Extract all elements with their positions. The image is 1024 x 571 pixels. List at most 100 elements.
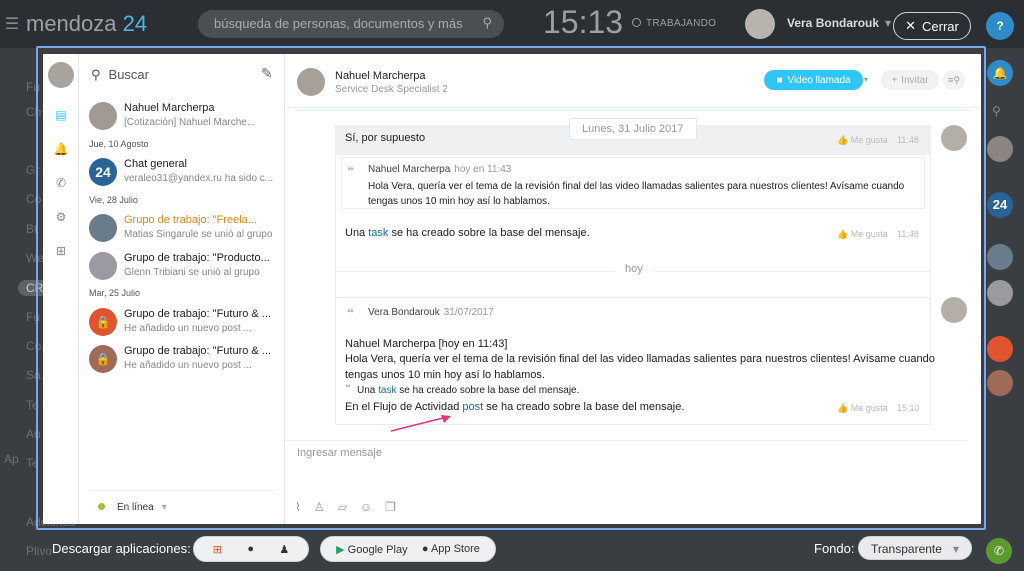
paperclip-icon[interactable]: ⌇ [295,500,301,514]
chat-panel: Nahuel Marcherpa Service Desk Specialist… [285,54,981,524]
help-button[interactable]: ? [986,12,1014,40]
message-time: 11:48 [897,229,919,239]
thumb-icon: 👍 [837,229,849,239]
recent-avatar[interactable]: 24 [987,192,1013,218]
task-note-post: se ha creado sobre la base del mensaje. [391,227,590,239]
avatar [89,252,117,280]
recent-avatar[interactable] [987,336,1013,362]
bottom-bar: Descargar aplicaciones: ⊞ ● ♟ ▶ Google P… [0,530,1024,571]
today-divider: hoy [615,263,653,275]
app-store-button[interactable]: ● App Store [422,543,480,555]
recent-avatar[interactable] [987,370,1013,396]
recent-avatar[interactable] [987,244,1013,270]
menu-icon[interactable]: ☰ [0,14,24,34]
chat-search-input[interactable]: ⚲ Buscar [91,67,149,83]
chevron-down-icon: ▾ [885,16,892,30]
chat-preview: Glenn Tribiani se unió al grupo [124,267,260,278]
chat-icon[interactable]: ▤ [53,108,69,124]
linux-icon[interactable]: ♟ [279,543,289,556]
work-status[interactable]: TRABAJANDO [632,18,716,29]
chat-list-item[interactable]: 24 Chat general veraleo31@yandex.ru ha s… [89,158,279,192]
chat-list: ⚲ Buscar ✎ Nahuel Marcherpa [Cotización] … [79,54,285,524]
task-link[interactable]: task [378,385,396,396]
chat-preview: Matias Singarule se unió al grupo [124,229,273,240]
search-icon[interactable]: ⚲ [482,15,492,31]
phone-icon[interactable]: ✆ [53,176,69,192]
gear-icon[interactable]: ⚙ [53,210,69,226]
recent-avatar[interactable] [987,136,1013,162]
window-icon[interactable]: ❐ [385,500,396,514]
work-status-label: TRABAJANDO [646,18,717,29]
top-bar: ☰ mendoza 24 búsqueda de personas, docum… [0,0,1024,48]
background-select[interactable]: Transparente ▾ [858,536,972,560]
download-label: Descargar aplicaciones: [52,541,191,556]
chat-list-item[interactable]: 🔒 Grupo de trabajo: "Futuro & ... He aña… [89,345,279,379]
my-avatar[interactable] [48,62,74,88]
background-menu: Fu Ch Gr Co Bt We CR Fu Co Sa Te Au Te A… [0,48,75,571]
previous-message-edge [295,109,971,111]
thumb-icon: 👍 [837,135,849,145]
user-avatar[interactable] [745,9,775,39]
message-input[interactable]: Ingresar mensaje [297,447,382,459]
video-call-label: Video llamada [787,74,851,86]
close-button[interactable]: ✕ Cerrar [893,12,971,40]
quote-icon: ❝ [345,383,351,394]
search-history-icon[interactable]: ≡⚲ [943,70,965,90]
windows-icon[interactable]: ⊞ [213,543,222,556]
user-menu[interactable]: Vera Bondarouk ▾ [787,16,891,30]
add-chat-icon[interactable]: ⊞ [53,244,69,260]
system-note: Una task se ha creado sobre la base del … [357,383,579,398]
google-play-label: Google Play [347,543,408,556]
recent-avatar[interactable] [987,280,1013,306]
invite-button[interactable]: + Invitar [881,70,939,90]
chevron-down-icon: ▾ [952,542,959,556]
day-divider: Vie, 28 Julio [89,195,138,205]
record-icon [632,18,641,27]
bg-menu-item: Ap [4,452,19,466]
task-link[interactable]: task [368,227,388,239]
quote-date: 31/07/2017 [443,307,494,318]
chevron-down-icon[interactable]: ▾ [864,70,876,90]
chat-list-item[interactable]: Grupo de trabajo: "Freela... Matias Sing… [89,214,279,248]
global-search-input[interactable]: búsqueda de personas, documentos y más ⚲ [198,10,504,38]
like-button[interactable]: 👍 Me gusta [837,403,888,414]
apple-icon[interactable]: ● [247,543,254,555]
google-play-button[interactable]: ▶ Google Play [336,543,407,556]
chat-list-item[interactable]: Nahuel Marcherpa [Cotización] Nahuel Mar… [89,102,279,136]
status-selector[interactable]: En línea ▾ [98,502,167,513]
plus-icon: + [891,74,898,86]
bell-icon[interactable]: 🔔 [53,142,69,158]
post-link[interactable]: post [462,401,483,413]
chat-list-item[interactable]: 🔒 Grupo de trabajo: "Futuro & ... He aña… [89,308,279,342]
smiley-icon[interactable]: ☺ [360,500,372,514]
chat-list-item[interactable]: Grupo de trabajo: "Producto... Glenn Tri… [89,252,279,286]
compose-icon[interactable]: ✎ [261,65,273,82]
chat-header: Nahuel Marcherpa Service Desk Specialist… [285,54,981,108]
contact-name[interactable]: Nahuel Marcherpa [335,70,426,82]
person-icon[interactable]: ♙ [314,500,325,514]
chat-title: Grupo de trabajo: "Producto... [124,252,270,264]
contact-avatar[interactable] [297,68,325,96]
invite-label: Invitar [901,74,929,86]
divider [89,490,275,491]
like-button[interactable]: 👍 Me gusta [837,229,888,240]
annotation-arrow [390,415,451,432]
avatar [89,214,117,242]
chat-search-placeholder: Buscar [108,67,149,82]
close-label: Cerrar [922,18,959,34]
quote-author: Nahuel Marcherpa [368,164,451,175]
formula-icon[interactable]: ▱ [338,500,347,514]
message-text: tengas unos 10 min hoy así lo hablamos. [345,369,545,381]
like-label: Me gusta [850,229,888,239]
notification-icon[interactable]: 🔔 [987,60,1013,86]
task-note-pre: Una [345,227,366,239]
search-icon: ⚲ [91,67,101,82]
phone-icon[interactable]: ✆ [986,538,1012,564]
search-icon[interactable]: ⚲ [992,104,1008,120]
sender-avatar[interactable] [941,125,967,151]
like-button[interactable]: 👍 Me gusta [837,135,888,146]
video-call-button[interactable]: ■ Video llamada [764,70,863,90]
day-divider: Mar, 25 Julio [89,288,141,298]
sender-avatar[interactable] [941,297,967,323]
logo[interactable]: mendoza 24 [26,11,147,37]
